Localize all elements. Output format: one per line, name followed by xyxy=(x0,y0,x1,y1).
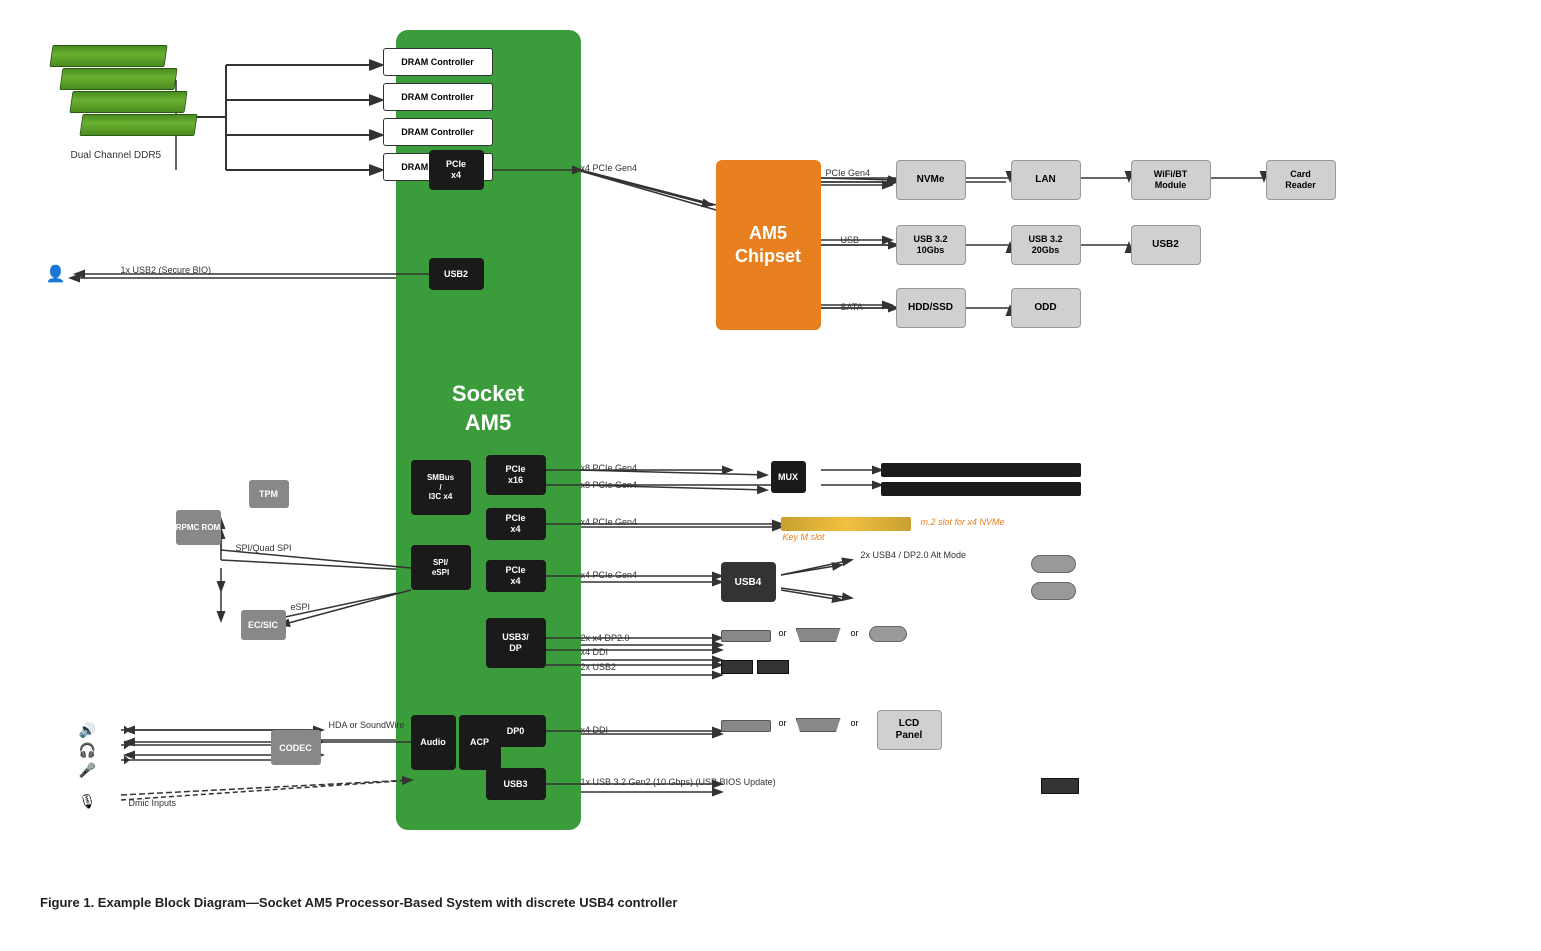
ddi-dp0-label: x4 DDI xyxy=(581,725,609,735)
or-text-1: or xyxy=(779,628,787,638)
tpm-chip: TPM xyxy=(249,480,289,508)
usb-chipset-label: USB xyxy=(841,235,860,245)
usb-a-1 xyxy=(721,660,753,674)
audio-block: Audio xyxy=(411,715,456,770)
hdmi-connector-1 xyxy=(796,628,841,642)
pcie-gen4-label: x4 PCIe Gen4 xyxy=(581,163,638,173)
sata-chipset-label: SATA xyxy=(841,302,863,312)
m2-nvme-label: m.2 slot for x4 NVMe xyxy=(921,517,1005,527)
mic-icon: 🎤 xyxy=(79,762,96,779)
pcie-x16-block: PCIex16 xyxy=(486,455,546,495)
headphone-icon: 🎧 xyxy=(79,742,96,759)
dram-ctrl-2: DRAM Controller xyxy=(383,83,493,111)
ram-stick-2 xyxy=(59,68,177,90)
spi-espi-block: SPI/eSPI xyxy=(411,545,471,590)
block-diagram: Dual Channel DDR5 DRAM Controller DRAM C… xyxy=(21,20,1521,890)
card-reader-box: CardReader xyxy=(1266,160,1336,200)
usb4-chip: USB4 xyxy=(721,562,776,602)
x8-pcie-gen4-label-1: x8 PCIe Gen4 xyxy=(581,463,638,473)
espi-label: eSPI xyxy=(291,602,311,612)
ddi-label-1: x4 DDI xyxy=(581,647,609,657)
speaker-icon: 🔊 xyxy=(79,722,96,739)
smbus-block: SMBus/I3C x4 xyxy=(411,460,471,515)
dram-ctrl-3: DRAM Controller xyxy=(383,118,493,146)
nvme-box: NVMe xyxy=(896,160,966,200)
usb32-20-box: USB 3.220Gbs xyxy=(1011,225,1081,265)
x4-pcie-m2-label: x4 PCIe Gen4 xyxy=(581,517,638,527)
pcie-slot-2 xyxy=(881,482,1081,496)
m2-slot xyxy=(781,517,911,531)
dram-ctrl-1: DRAM Controller xyxy=(383,48,493,76)
usb3dp-block: USB3/DP xyxy=(486,618,546,668)
ec-sic-chip: EC/SIC xyxy=(241,610,286,640)
am5-chipset: AM5Chipset xyxy=(716,160,821,330)
usb2-chipset-box: USB2 xyxy=(1131,225,1201,265)
odd-box: ODD xyxy=(1011,288,1081,328)
spi-quad-label: SPI/Quad SPI xyxy=(236,543,292,553)
usb32-10-box: USB 3.210Gbs xyxy=(896,225,966,265)
x8-pcie-gen4-label-2: x8 PCIe Gen4 xyxy=(581,480,638,490)
usbc-connector-1 xyxy=(1031,555,1076,573)
hdd-ssd-box: HDD/SSD xyxy=(896,288,966,328)
or-text-2: or xyxy=(851,628,859,638)
usb3-bios-label: 1x USB 3.2 Gen2 (10 Gbps) (USB BIOS Upda… xyxy=(581,777,776,787)
pcie-x4-top-block: PCIex4 xyxy=(429,150,484,190)
socket-am5-label: SocketAM5 xyxy=(416,380,561,437)
usbc-connector-2 xyxy=(1031,582,1076,600)
usbc-small-1 xyxy=(869,626,907,642)
codec-chip: CODEC xyxy=(271,730,321,765)
pcie-gen4-chipset-top: PCIe Gen4 xyxy=(826,168,871,178)
acp-block: ACP xyxy=(459,715,501,770)
usb3-bottom-block: USB3 xyxy=(486,768,546,800)
pcie-slot-1 xyxy=(881,463,1081,477)
pcie-x4-usb4-block: PCIex4 xyxy=(486,560,546,592)
usb-a-bios xyxy=(1041,778,1079,794)
chipset-lines xyxy=(21,20,1521,890)
diagram-lines xyxy=(21,20,1521,890)
hda-label: HDA or SoundWire xyxy=(329,720,405,732)
pcie-x4-m2-block: PCIex4 xyxy=(486,508,546,540)
dmic-icon: 🎙 xyxy=(79,793,97,810)
usb4-dp-label: 2x USB4 / DP2.0 Alt Mode xyxy=(861,550,967,562)
lan-box: LAN xyxy=(1011,160,1081,200)
ram-stick-1 xyxy=(49,45,167,67)
2x-usb2-label: 2x USB2 xyxy=(581,662,617,672)
figure-caption: Figure 1. Example Block Diagram—Socket A… xyxy=(40,895,1521,910)
dp-connector-1 xyxy=(721,630,771,642)
x4-pcie-usb4-label: x4 PCIe Gen4 xyxy=(581,570,638,580)
key-m-label: Key M slot xyxy=(783,532,825,542)
hdmi-connector-2 xyxy=(796,718,841,732)
dmic-label: Dmic Inputs xyxy=(129,798,177,808)
ram-stick-3 xyxy=(69,91,187,113)
wifi-bt-box: WiFi/BTModule xyxy=(1131,160,1211,200)
ram-stick-4 xyxy=(79,114,197,136)
usb-a-2 xyxy=(757,660,789,674)
lcd-panel-box: LCDPanel xyxy=(877,710,942,750)
usb2-secure-label: 1x USB2 (Secure BIO) xyxy=(121,265,212,275)
ddr5-label: Dual Channel DDR5 xyxy=(71,150,162,161)
rpmc-rom-chip: RPMC ROM xyxy=(176,510,221,545)
dp20-label: 2x x4 DP2.0 xyxy=(581,633,630,643)
or-text-4: or xyxy=(851,718,859,728)
or-text-3: or xyxy=(779,718,787,728)
mux-box: MUX xyxy=(771,461,806,493)
dp-connector-2 xyxy=(721,720,771,732)
usb2-top-block: USB2 xyxy=(429,258,484,290)
usb-person-icon: 👤 xyxy=(46,264,66,284)
